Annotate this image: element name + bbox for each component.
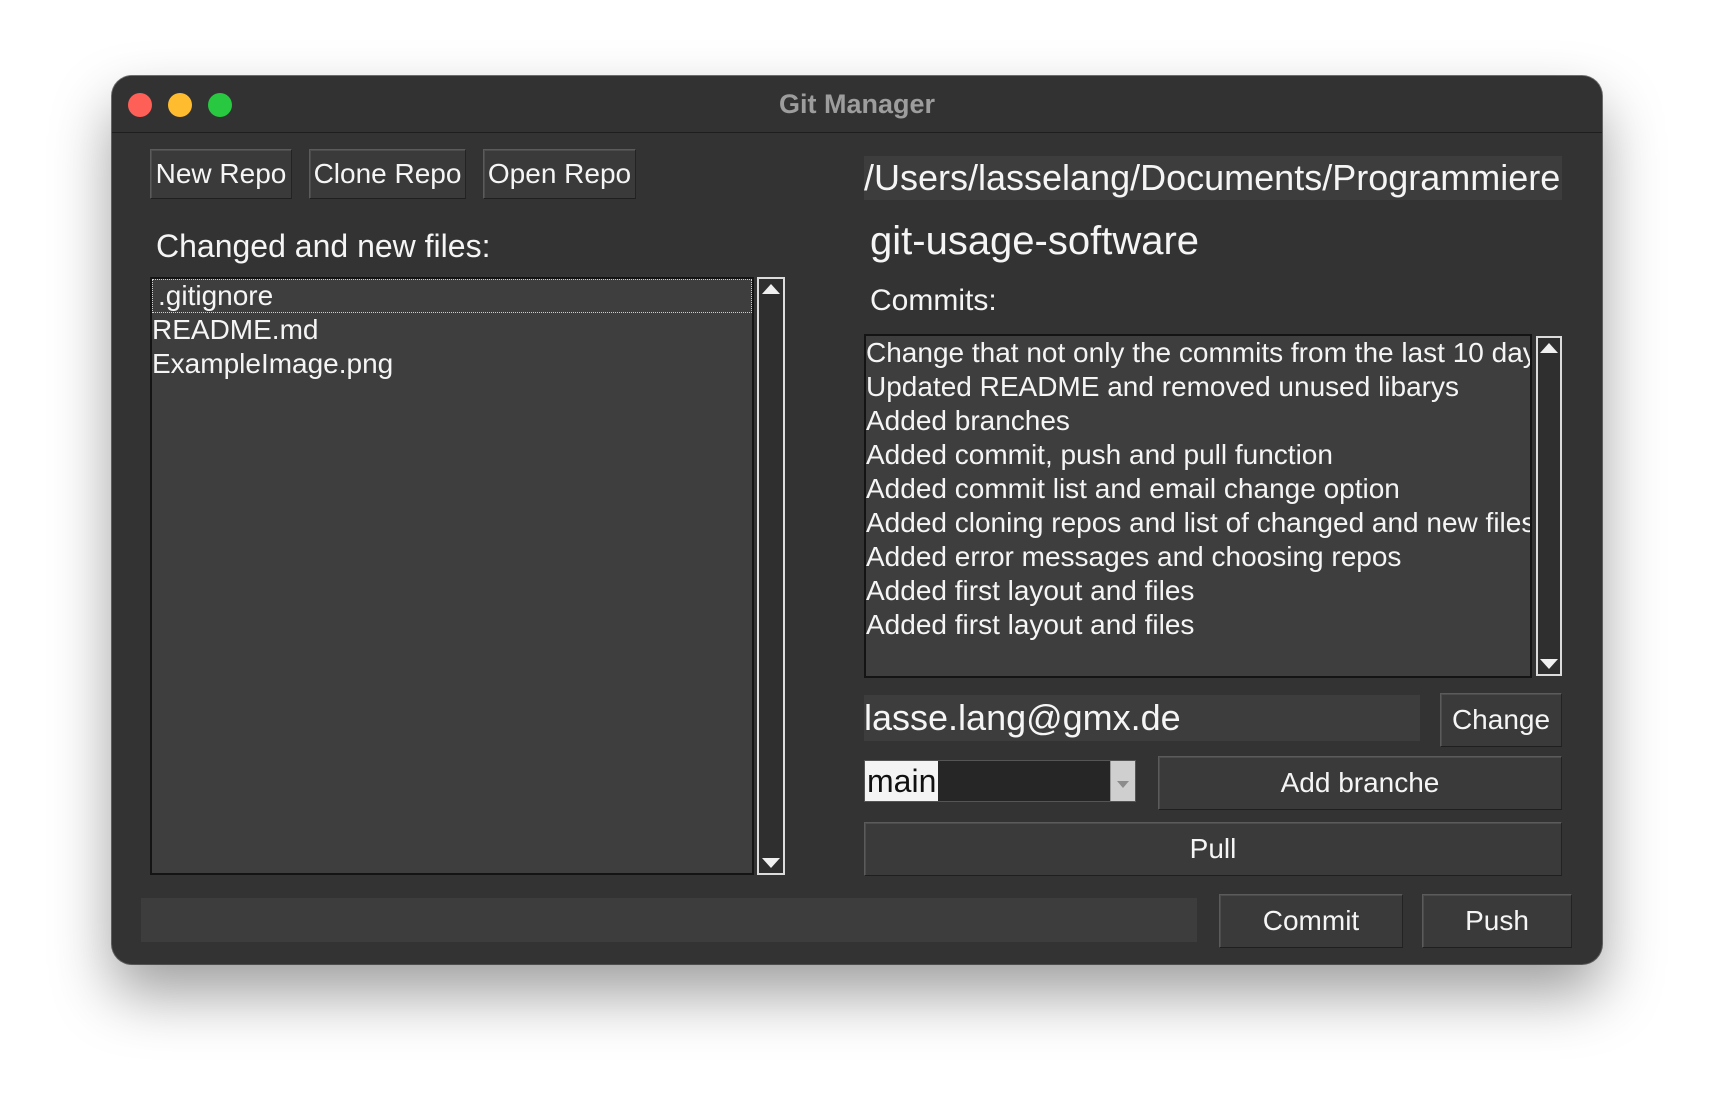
commits-heading: Commits:: [870, 284, 997, 317]
add-branch-button[interactable]: Add branche: [1158, 756, 1562, 810]
title-bar: Git Manager: [112, 76, 1602, 133]
window-title: Git Manager: [778, 89, 936, 119]
commit-list-item[interactable]: Added cloning repos and list of changed …: [866, 506, 1530, 540]
changed-files-heading: Changed and new files:: [156, 228, 491, 264]
change-email-button[interactable]: Change: [1440, 693, 1562, 747]
commit-message-input[interactable]: [141, 898, 1197, 942]
email-field[interactable]: lasse.lang@gmx.de: [864, 695, 1420, 741]
open-repo-button[interactable]: Open Repo: [483, 149, 636, 199]
commit-list-item[interactable]: Change that not only the commits from th…: [866, 336, 1530, 370]
changed-files-list[interactable]: .gitignore README.md ExampleImage.png: [150, 277, 754, 875]
repo-name: git-usage-software: [870, 219, 1200, 263]
new-repo-button[interactable]: New Repo: [150, 149, 292, 199]
push-button[interactable]: Push: [1422, 894, 1572, 948]
commit-list-item[interactable]: Added first layout and files: [866, 608, 1530, 642]
repo-path-field[interactable]: /Users/lasselang/Documents/Programmiere: [864, 156, 1562, 200]
commit-button[interactable]: Commit: [1219, 894, 1403, 948]
commit-list-item[interactable]: Updated README and removed unused libary…: [866, 370, 1530, 404]
scroll-up-arrow-icon[interactable]: [759, 279, 783, 299]
files-list-scrollbar[interactable]: [757, 277, 785, 875]
scroll-up-arrow-icon[interactable]: [1538, 338, 1560, 358]
chevron-down-icon[interactable]: [1110, 761, 1135, 801]
commit-list-item[interactable]: Added commit, push and pull function: [866, 438, 1530, 472]
commits-list-scrollbar[interactable]: [1536, 336, 1562, 676]
commit-list-item[interactable]: Added branches: [866, 404, 1530, 438]
file-list-item[interactable]: .gitignore: [152, 279, 752, 313]
git-manager-window: Git Manager New Repo Clone Repo Open Rep…: [112, 76, 1602, 964]
commit-list-item[interactable]: Added commit list and email change optio…: [866, 472, 1530, 506]
commit-list-item[interactable]: Added first layout and files: [866, 574, 1530, 608]
branch-select[interactable]: main: [864, 760, 1136, 802]
commits-list[interactable]: Change that not only the commits from th…: [864, 334, 1532, 678]
pull-button[interactable]: Pull: [864, 822, 1562, 876]
scroll-down-arrow-icon[interactable]: [759, 853, 783, 873]
branch-select-value: main: [865, 761, 939, 801]
clone-repo-button[interactable]: Clone Repo: [309, 149, 466, 199]
commit-list-item[interactable]: Added error messages and choosing repos: [866, 540, 1530, 574]
file-list-item[interactable]: README.md: [152, 313, 752, 347]
scroll-down-arrow-icon[interactable]: [1538, 654, 1560, 674]
file-list-item[interactable]: ExampleImage.png: [152, 347, 752, 381]
